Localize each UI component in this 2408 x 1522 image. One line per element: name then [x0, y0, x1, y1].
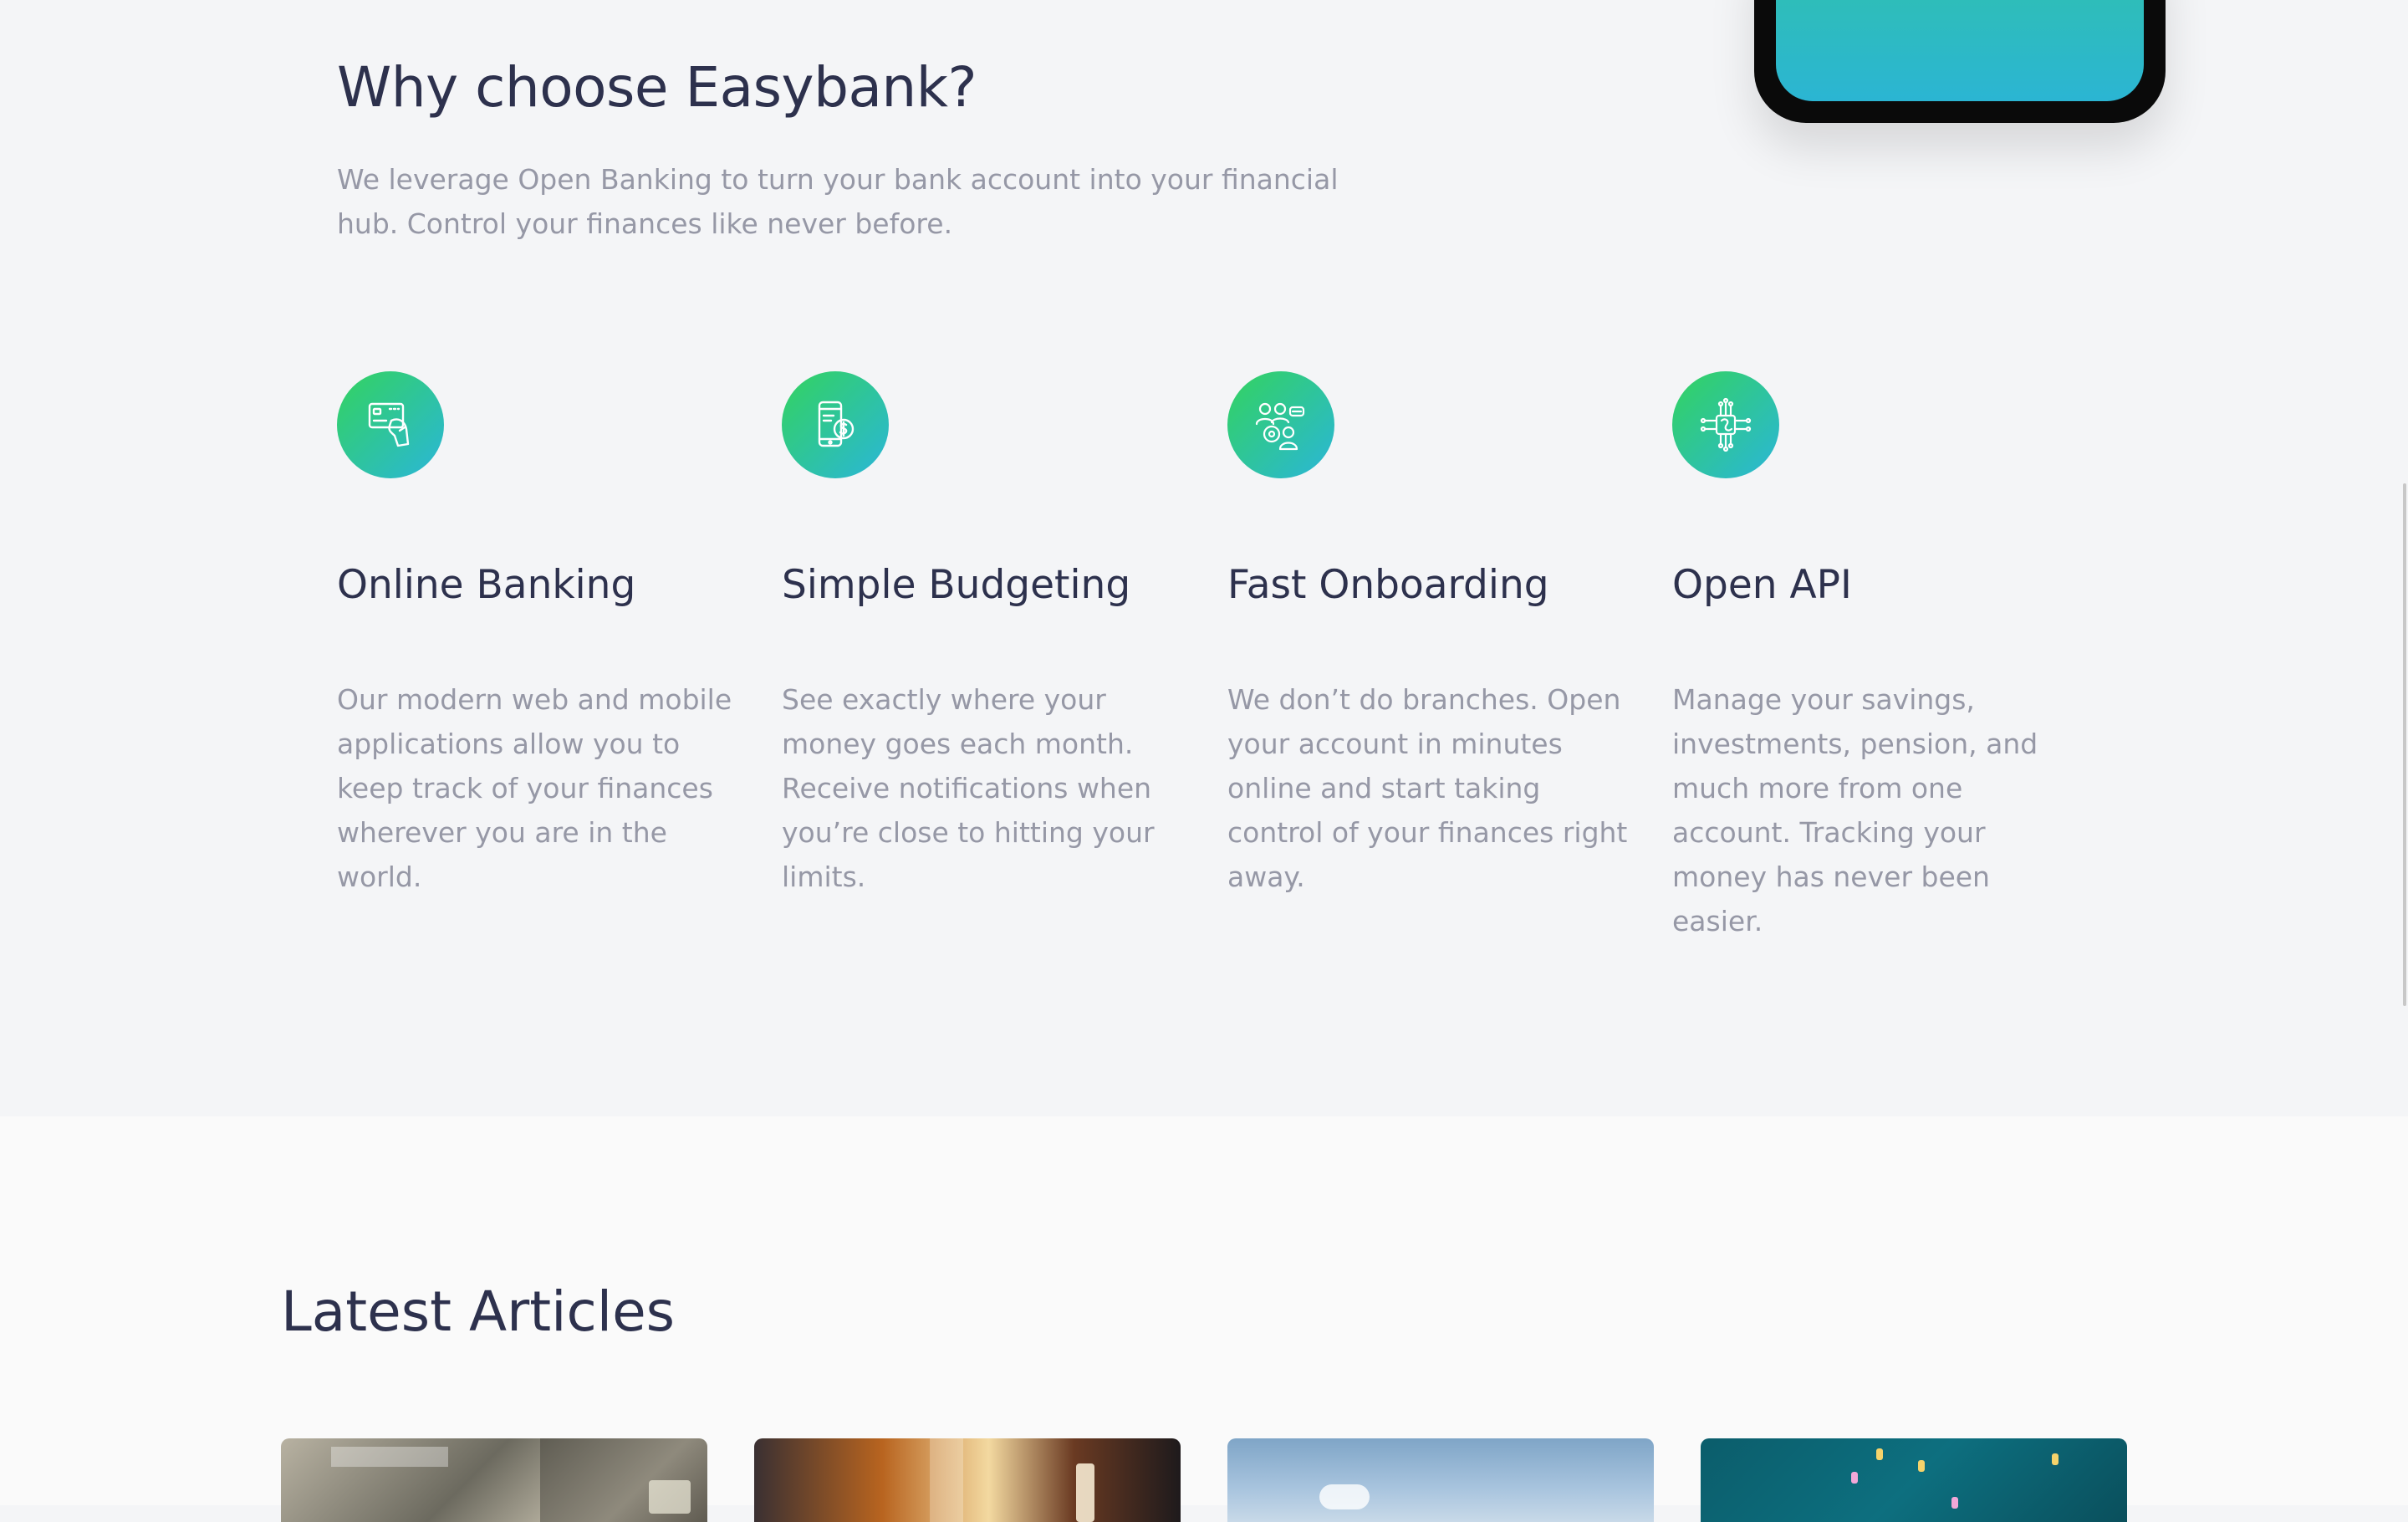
plane-sky-image	[1227, 1438, 1654, 1522]
feature-title: Online Banking	[337, 562, 636, 608]
why-section: Why choose Easybank? We leverage Open Ba…	[0, 0, 2408, 1116]
feature-text: We don’t do branches. Open your account …	[1227, 683, 1628, 893]
api-icon	[1672, 371, 1779, 478]
online-banking-icon	[337, 371, 444, 478]
feature-title: Fast Onboarding	[1227, 562, 1549, 608]
restaurant-image	[754, 1438, 1181, 1522]
feature-text: Our modern web and mobile applications a…	[337, 683, 732, 893]
articles-section: Latest Articles	[0, 1116, 2408, 1522]
feature-text: See exactly where your money goes each m…	[782, 683, 1155, 893]
phone-screen	[1776, 0, 2144, 101]
why-description: We leverage Open Banking to turn your ba…	[337, 163, 1339, 240]
money-image	[281, 1438, 707, 1522]
feature-online-banking: Online Banking Our modern web and mobile…	[337, 371, 747, 893]
feature-text: Manage your savings, investments, pensio…	[1672, 683, 2038, 937]
feature-fast-onboarding: Fast Onboarding We don’t do branches. Op…	[1227, 371, 1637, 893]
feature-title: Simple Budgeting	[782, 562, 1131, 608]
budgeting-icon	[782, 371, 889, 478]
feature-open-api: Open API Manage your savings, investment…	[1672, 371, 2082, 937]
confetti-image	[1701, 1438, 2127, 1522]
scrollbar[interactable]	[2396, 0, 2408, 1505]
articles-title: Latest Articles	[281, 1279, 676, 1344]
feature-simple-budgeting: Simple Budgeting See exactly where your …	[782, 371, 1191, 893]
onboarding-icon	[1227, 371, 1334, 478]
article-card[interactable]	[1701, 1438, 2127, 1522]
why-title: Why choose Easybank?	[337, 55, 977, 120]
article-card[interactable]	[281, 1438, 707, 1522]
scrollbar-thumb[interactable]	[2403, 483, 2406, 1006]
article-card[interactable]	[754, 1438, 1181, 1522]
article-card[interactable]	[1227, 1438, 1654, 1522]
phone-mockup-image	[1754, 0, 2166, 123]
feature-title: Open API	[1672, 562, 1852, 608]
